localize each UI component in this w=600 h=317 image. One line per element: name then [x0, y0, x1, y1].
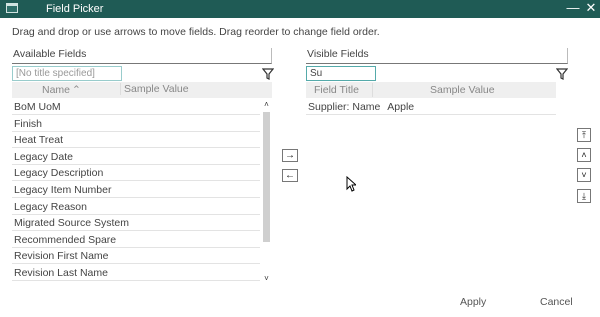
scroll-down-icon[interactable]: ˅	[262, 274, 271, 283]
sort-ascending-icon: ⌃	[72, 84, 81, 96]
scroll-up-icon[interactable]: ˄	[262, 100, 271, 109]
window-title: Field Picker	[46, 3, 104, 15]
available-field-row[interactable]: Recommended Spare	[12, 232, 260, 248]
column-divider	[372, 83, 373, 97]
instructions-text: Drag and drop or use arrows to move fiel…	[12, 26, 380, 38]
sample-value-column-header[interactable]: Sample Value	[120, 83, 189, 95]
apply-button[interactable]: Apply	[460, 296, 486, 308]
available-field-row[interactable]: Legacy Item Number	[12, 182, 260, 198]
available-field-row[interactable]: Legacy Reason	[12, 199, 260, 215]
move-to-bottom-button[interactable]: ⤓	[577, 189, 591, 203]
visible-filter-input[interactable]	[306, 66, 376, 81]
available-field-row[interactable]: Revision Last Name	[12, 265, 260, 281]
available-field-row[interactable]: Heat Treat	[12, 132, 260, 149]
window-icon	[6, 3, 18, 13]
scrollbar-thumb[interactable]	[263, 112, 270, 242]
visible-list-header: Field Title Sample Value	[306, 82, 556, 98]
field-title-column-header[interactable]: Field Title	[314, 84, 359, 96]
move-to-top-button[interactable]: ⤒	[577, 128, 591, 142]
sample-value-column-header[interactable]: Sample Value	[430, 84, 495, 96]
available-fields-label: Available Fields	[12, 48, 272, 64]
available-field-row[interactable]: BoM UoM	[12, 99, 260, 115]
minimize-icon[interactable]: —	[566, 1, 580, 15]
available-field-row[interactable]: Finish	[12, 116, 260, 132]
filter-icon[interactable]	[262, 68, 274, 80]
remove-field-button[interactable]: ←	[282, 169, 298, 182]
sample-value-cell: Apple	[387, 101, 415, 113]
visible-field-row[interactable]: Supplier: Name Apple	[306, 99, 556, 115]
available-scrollbar[interactable]: ˄ ˅	[262, 100, 271, 285]
name-column-header[interactable]: Name	[42, 84, 70, 96]
available-field-row[interactable]: Migrated Source System	[12, 215, 260, 232]
available-field-row[interactable]: Legacy Date	[12, 149, 260, 165]
available-filter-input[interactable]	[12, 66, 122, 81]
add-field-button[interactable]: →	[282, 149, 298, 162]
available-list-header: Name ⌃ Sample Value	[12, 82, 272, 98]
visible-fields-label: Visible Fields	[306, 48, 568, 64]
move-down-button[interactable]: ˅	[577, 168, 591, 182]
filter-icon[interactable]	[556, 68, 568, 80]
title-bar: Field Picker — ✕	[0, 0, 600, 18]
mouse-cursor-icon	[346, 176, 356, 192]
field-title-cell: Supplier: Name	[308, 101, 381, 113]
available-field-row[interactable]: Revision First Name	[12, 248, 260, 265]
close-icon[interactable]: ✕	[584, 1, 598, 15]
available-field-row[interactable]: Legacy Description	[12, 165, 260, 182]
cancel-button[interactable]: Cancel	[540, 296, 573, 308]
move-up-button[interactable]: ˄	[577, 148, 591, 162]
